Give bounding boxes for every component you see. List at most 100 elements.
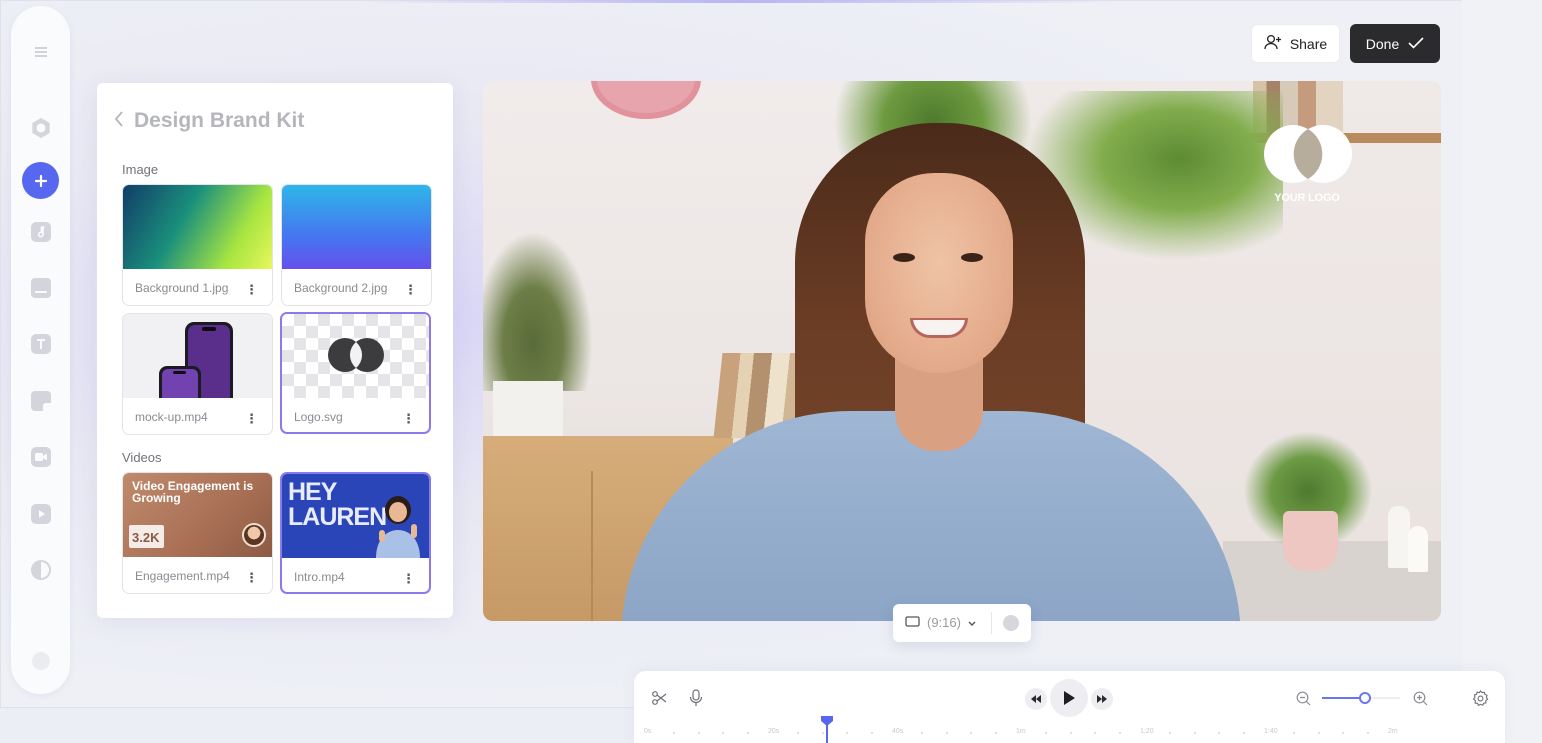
help-icon[interactable] xyxy=(23,643,58,678)
ruler-tick xyxy=(1243,732,1246,734)
ruler-tick xyxy=(995,732,998,734)
person-image xyxy=(376,496,420,558)
asset-card-intro[interactable]: HEY LAUREN Intro.mp4 ⋮ xyxy=(280,472,431,594)
rewind-button[interactable] xyxy=(1025,688,1047,710)
asset-card-logo[interactable]: Logo.svg ⋮ xyxy=(280,312,431,434)
asset-name: Intro.mp4 xyxy=(294,570,345,584)
asset-name: Background 2.jpg xyxy=(294,281,388,295)
top-glow xyxy=(360,0,1120,3)
scene-candle xyxy=(1388,506,1410,568)
ruler-tick xyxy=(1367,732,1370,734)
ruler-tick xyxy=(1317,732,1320,734)
ruler-tick-label: 1m xyxy=(1016,728,1026,735)
ruler-tick xyxy=(747,732,750,734)
asset-name: Logo.svg xyxy=(294,410,343,424)
divider xyxy=(991,612,992,634)
record-icon[interactable] xyxy=(23,110,58,145)
panel-header: Design Brand Kit xyxy=(114,109,304,133)
thumb-title-line-2: LAUREN xyxy=(288,503,387,531)
person-mouth xyxy=(910,318,968,338)
ruler-tick xyxy=(1119,732,1122,734)
menu-icon[interactable] xyxy=(23,34,58,69)
person-eye xyxy=(893,253,915,262)
sticker-icon[interactable] xyxy=(23,383,58,418)
panel-title: Design Brand Kit xyxy=(134,109,305,132)
add-icon[interactable] xyxy=(22,162,59,199)
aspect-frame-icon xyxy=(905,615,920,630)
play-button[interactable] xyxy=(1050,679,1088,717)
back-chevron-icon[interactable] xyxy=(114,109,124,133)
ruler-tick xyxy=(1044,732,1047,734)
window-edge xyxy=(1462,0,1542,743)
avatar xyxy=(242,523,266,547)
ruler-tick xyxy=(672,732,675,734)
playhead-marker[interactable] xyxy=(821,716,833,743)
asset-card-background-2[interactable]: Background 2.jpg ⋮ xyxy=(281,184,432,306)
ruler-tick-label: 1:40 xyxy=(1264,728,1278,735)
ruler-tick-label: 1:20 xyxy=(1140,728,1154,735)
thumb-title: HEY LAUREN xyxy=(288,478,387,531)
thumb-title-line-1: HEY xyxy=(288,478,337,506)
zoom-out-icon[interactable] xyxy=(1293,688,1313,708)
background-color-swatch[interactable] xyxy=(1003,615,1019,631)
filter-icon[interactable] xyxy=(23,552,58,587)
music-icon[interactable] xyxy=(23,214,58,249)
more-options-icon[interactable]: ⋮ xyxy=(245,570,258,586)
microphone-icon[interactable] xyxy=(686,688,706,708)
more-options-icon[interactable]: ⋮ xyxy=(402,411,415,427)
brand-kit-panel: Design Brand Kit Image Background 1.jpg … xyxy=(97,83,453,618)
asset-name: Background 1.jpg xyxy=(135,281,229,295)
asset-card-background-1[interactable]: Background 1.jpg ⋮ xyxy=(122,184,273,306)
ruler-tick xyxy=(1069,732,1072,734)
aspect-ratio-value: (9:16) xyxy=(927,615,961,630)
more-options-icon[interactable]: ⋮ xyxy=(245,411,258,427)
settings-gear-icon[interactable] xyxy=(1470,688,1490,708)
ruler-tick xyxy=(1292,732,1295,734)
scissors-icon[interactable] xyxy=(649,688,669,708)
zoom-slider[interactable] xyxy=(1322,692,1400,704)
scene-clock xyxy=(591,81,701,119)
ruler-tick-label: 2m xyxy=(1388,728,1398,735)
chevron-down-icon xyxy=(968,615,976,630)
ruler-tick xyxy=(920,732,923,734)
person-eye xyxy=(961,253,983,262)
video-icon[interactable] xyxy=(23,496,58,531)
timeline-bar: 0s 20s 40s 1m 1:20 1:40 2m xyxy=(634,671,1505,743)
asset-thumbnail xyxy=(282,185,431,269)
person-face xyxy=(865,173,1013,373)
image-section-label: Image xyxy=(122,162,159,177)
asset-thumbnail xyxy=(123,314,272,398)
aspect-ratio-dropdown[interactable]: (9:16) xyxy=(905,615,976,630)
scene-pot xyxy=(1283,511,1338,571)
fast-forward-button[interactable] xyxy=(1091,688,1113,710)
logo-overlay-icon[interactable] xyxy=(1262,124,1354,184)
text-icon[interactable] xyxy=(23,326,58,361)
scene-candle xyxy=(1408,526,1428,572)
ruler-tick-label: 0s xyxy=(644,728,652,735)
ruler-tick-label: 20s xyxy=(768,728,780,735)
ruler-tick xyxy=(1168,732,1171,734)
add-person-icon xyxy=(1264,34,1282,53)
asset-thumbnail: Video Engagement is Growing 3.2K xyxy=(123,473,272,557)
zoom-slider-handle[interactable] xyxy=(1358,692,1371,704)
asset-card-engagement[interactable]: Video Engagement is Growing 3.2K Engagem… xyxy=(122,472,273,594)
ruler-tick xyxy=(697,732,700,734)
more-options-icon[interactable]: ⋮ xyxy=(402,571,415,587)
ruler-tick xyxy=(722,732,725,734)
ruler-tick-label: 40s xyxy=(892,728,904,735)
zoom-in-icon[interactable] xyxy=(1410,688,1430,708)
subtitles-icon[interactable] xyxy=(23,270,58,305)
timeline-ruler[interactable]: 0s 20s 40s 1m 1:20 1:40 2m xyxy=(644,726,1494,740)
more-options-icon[interactable]: ⋮ xyxy=(404,282,417,298)
ruler-tick xyxy=(871,732,874,734)
ruler-tick xyxy=(945,732,948,734)
ruler-tick xyxy=(1094,732,1097,734)
asset-card-mockup[interactable]: mock-up.mp4 ⋮ xyxy=(122,313,273,435)
share-button[interactable]: Share xyxy=(1251,24,1340,63)
camera-icon[interactable] xyxy=(23,439,58,474)
thumb-number: 3.2K xyxy=(129,525,165,548)
thumb-title: Video Engagement is Growing xyxy=(132,479,254,505)
more-options-icon[interactable]: ⋮ xyxy=(245,282,258,298)
video-preview[interactable]: YOUR LOGO xyxy=(483,81,1441,621)
done-button[interactable]: Done xyxy=(1350,24,1440,63)
